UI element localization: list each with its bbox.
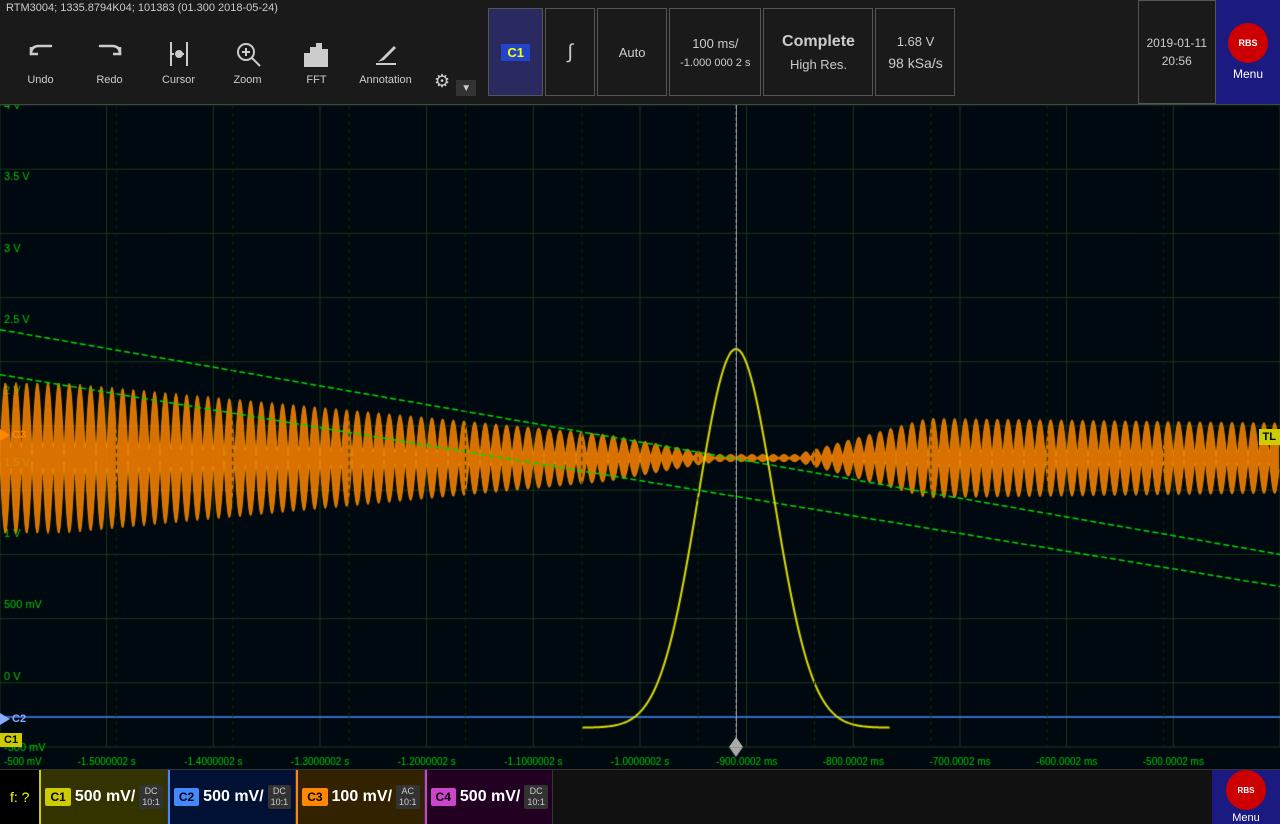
datetime-display: 2019-01-11 20:56 bbox=[1138, 0, 1217, 104]
bottom-menu-button[interactable]: RBS Menu bbox=[1212, 770, 1280, 824]
math-selector[interactable]: ∫ bbox=[545, 8, 595, 96]
bottom-rbs-logo: RBS bbox=[1226, 770, 1266, 810]
annotation-button[interactable]: Annotation bbox=[353, 27, 418, 97]
voltage-display: 1.68 V 98 kSa/s bbox=[875, 8, 955, 96]
cursor-line bbox=[736, 105, 737, 747]
ch4-badge: C4 bbox=[431, 788, 456, 806]
waveform-canvas bbox=[0, 105, 1280, 769]
acquisition-status: Complete High Res. bbox=[763, 8, 873, 96]
c2-channel-marker: C2 bbox=[0, 713, 26, 725]
tl-badge: TL bbox=[1259, 429, 1280, 445]
gear-area: ⚙ ▼ bbox=[426, 0, 480, 104]
cursor-triangle bbox=[729, 737, 743, 747]
ch3-badge: C3 bbox=[302, 788, 327, 806]
c1-badge: C1 bbox=[0, 733, 22, 747]
bottom-bar: f: ? C1 500 mV/ DC 10:1 C2 500 mV/ DC 10… bbox=[0, 769, 1280, 824]
channel-selector[interactable]: C1 bbox=[488, 8, 543, 96]
c3-channel-marker: C3 bbox=[0, 429, 26, 441]
ch1-badge: C1 bbox=[45, 788, 70, 806]
status-panel: C1 ∫ Auto 100 ms/ -1.000 000 2 s Complet… bbox=[480, 0, 1137, 104]
settings-button[interactable]: ⚙ bbox=[430, 67, 454, 96]
title-bar: RTM3004; 1335.8794K04; 101383 (01.300 20… bbox=[0, 0, 284, 16]
timebase-control[interactable]: 100 ms/ -1.000 000 2 s bbox=[669, 8, 761, 96]
ch4-info[interactable]: C4 500 mV/ DC 10:1 bbox=[425, 770, 553, 824]
redo-button[interactable]: Redo bbox=[77, 27, 142, 97]
rbs-logo: RBS bbox=[1228, 23, 1268, 63]
cursor-button[interactable]: Cursor bbox=[146, 27, 211, 97]
zoom-button[interactable]: Zoom bbox=[215, 27, 280, 97]
ch2-badge: C2 bbox=[174, 788, 199, 806]
dropdown-button[interactable]: ▼ bbox=[456, 80, 476, 96]
ch2-info[interactable]: C2 500 mV/ DC 10:1 bbox=[168, 770, 296, 824]
oscilloscope-display: C3 C2 C1 TL bbox=[0, 105, 1280, 769]
menu-button[interactable]: RBS Menu bbox=[1216, 0, 1280, 104]
ch1-info[interactable]: C1 500 mV/ DC 10:1 bbox=[39, 770, 167, 824]
undo-button[interactable]: Undo bbox=[8, 27, 73, 97]
trigger-mode[interactable]: Auto bbox=[597, 8, 667, 96]
ch3-info[interactable]: C3 100 mV/ AC 10:1 bbox=[296, 770, 424, 824]
freq-display: f: ? bbox=[0, 770, 39, 824]
fft-button[interactable]: FFT bbox=[284, 27, 349, 97]
